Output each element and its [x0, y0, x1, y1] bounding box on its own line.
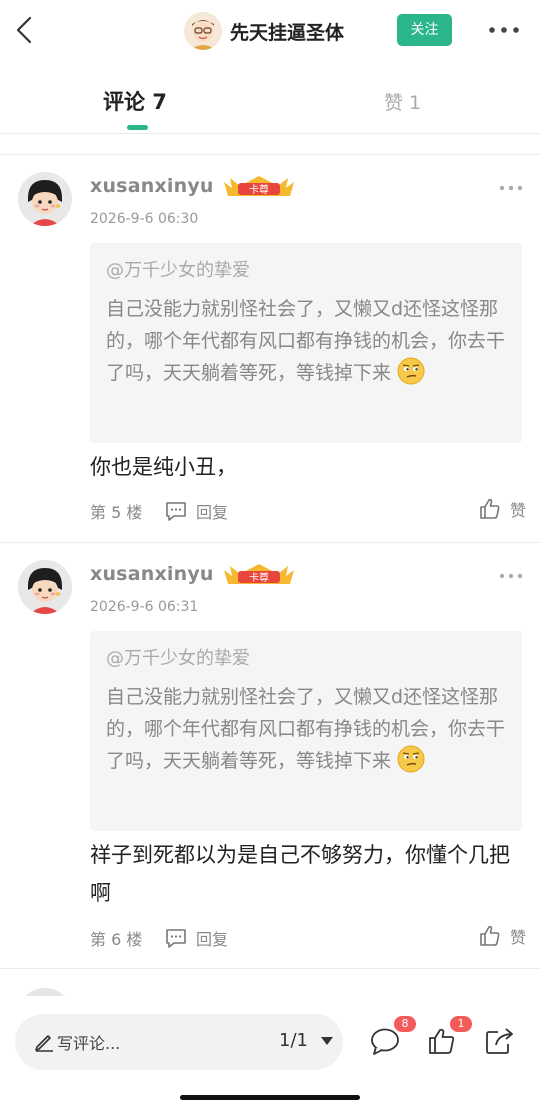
home-indicator [180, 1095, 360, 1100]
thumbs-up-icon [480, 925, 500, 946]
comment-text: 祥子到死都以为是自己不够努力，你懂个几把啊 [90, 843, 510, 905]
comment-divider [0, 542, 540, 543]
like-button[interactable]: 赞 [478, 497, 526, 521]
comment-bubble-icon[interactable] [369, 1026, 401, 1056]
like-label: 赞 [509, 928, 526, 947]
like-button[interactable]: 赞 [478, 924, 526, 948]
reply-button[interactable]: 回复 [164, 926, 228, 950]
badge-text: 卡尊 [249, 183, 269, 196]
follow-button[interactable]: 关注 [397, 14, 452, 46]
quote-author[interactable]: @万千少女的挚爱 [106, 257, 506, 285]
quote-text-content: 自己没能力就别怪社会了，又懒又d还怪这怪那的，哪个年代都有风口都有挣钱的机会，你… [106, 298, 506, 384]
reply-icon [166, 502, 186, 521]
reply-button[interactable]: 回复 [164, 499, 228, 523]
quote-author[interactable]: @万千少女的挚爱 [106, 645, 506, 673]
smirk-emoji-icon [397, 745, 425, 773]
crown-badge-icon: 卡尊 [223, 564, 294, 584]
comment-more-icon[interactable] [498, 570, 524, 582]
comment-user: xusanxinyu 卡尊 [90, 174, 296, 198]
avatar[interactable] [18, 560, 72, 614]
more-dots-icon[interactable] [486, 18, 522, 42]
comment-user: xusanxinyu 卡尊 [90, 562, 296, 586]
smirk-emoji-icon [397, 357, 425, 385]
back-chevron-icon[interactable] [10, 12, 40, 48]
tab-comments[interactable]: 评论 7 [103, 86, 167, 116]
cartoon-face-icon [184, 12, 222, 50]
author-avatar[interactable] [184, 12, 222, 50]
tab-bar: 评论 7 赞 1 [0, 74, 540, 134]
crown-badge-icon: 卡尊 [223, 176, 294, 196]
comment-time: 2026-9-6 06:31 [90, 599, 199, 615]
comment-count-badge: 8 [394, 1016, 416, 1032]
comment-item: xusanxinyu 卡尊 2026-9-6 06:30 @万千少女的挚爱 自己… [0, 156, 540, 542]
tab-likes[interactable]: 赞 1 [384, 88, 421, 115]
comment-text: 你也是纯小丑， [90, 455, 237, 479]
thumbs-up-icon [480, 498, 500, 519]
comment-username[interactable]: xusanxinyu [90, 563, 214, 585]
quoted-comment[interactable]: @万千少女的挚爱 自己没能力就别怪社会了，又懒又d还怪这怪那的，哪个年代都有风口… [90, 243, 522, 443]
comment-divider [0, 968, 540, 969]
tab-divider [0, 133, 540, 134]
quote-text: 自己没能力就别怪社会了，又懒又d还怪这怪那的，哪个年代都有风口都有挣钱的机会，你… [106, 293, 506, 389]
bottom-bar: 写评论... 1/1 8 1 [0, 996, 540, 1110]
like-count-badge: 1 [450, 1016, 472, 1032]
avatar[interactable] [18, 172, 72, 226]
girl-avatar-icon [18, 560, 72, 614]
write-comment-input[interactable]: 写评论... 1/1 [15, 1014, 343, 1070]
quoted-comment[interactable]: @万千少女的挚爱 自己没能力就别怪社会了，又懒又d还怪这怪那的，哪个年代都有风口… [90, 631, 522, 831]
top-bar: 先天挂逼圣体 关注 [0, 0, 540, 62]
list-top-divider [0, 154, 540, 155]
floor-number: 第 5 楼 [90, 503, 143, 522]
comment-actions: 第 5 楼 回复 赞 [90, 497, 526, 525]
author-name[interactable]: 先天挂逼圣体 [230, 18, 344, 45]
write-comment-label: 写评论... [57, 1034, 121, 1053]
reply-label: 回复 [196, 503, 229, 522]
comment-item: xusanxinyu 卡尊 2026-9-6 06:31 @万千少女的挚爱 自己… [0, 544, 540, 968]
floor-number: 第 6 楼 [90, 930, 143, 949]
reply-label: 回复 [196, 930, 229, 949]
tab-active-indicator [127, 125, 148, 130]
like-label: 赞 [509, 501, 526, 520]
pen-icon [35, 1035, 53, 1052]
share-icon[interactable] [484, 1026, 516, 1056]
quote-text: 自己没能力就别怪社会了，又懒又d还怪这怪那的，哪个年代都有风口都有挣钱的机会，你… [106, 681, 506, 777]
page-indicator[interactable]: 1/1 [279, 1030, 308, 1051]
girl-avatar-icon [18, 172, 72, 226]
reply-icon [166, 929, 186, 948]
comment-time: 2026-9-6 06:30 [90, 211, 199, 227]
badge-text: 卡尊 [249, 571, 269, 584]
app-root: 先天挂逼圣体 关注 评论 7 赞 1 xusanxinyu 卡尊 2026-9-… [0, 0, 540, 1110]
comment-actions: 第 6 楼 回复 赞 [90, 924, 526, 952]
comment-username[interactable]: xusanxinyu [90, 175, 214, 197]
caret-down-icon[interactable] [321, 1036, 333, 1046]
comment-more-icon[interactable] [498, 182, 524, 194]
author-info[interactable]: 先天挂逼圣体 [184, 12, 344, 50]
quote-text-content: 自己没能力就别怪社会了，又懒又d还怪这怪那的，哪个年代都有风口都有挣钱的机会，你… [106, 686, 506, 772]
